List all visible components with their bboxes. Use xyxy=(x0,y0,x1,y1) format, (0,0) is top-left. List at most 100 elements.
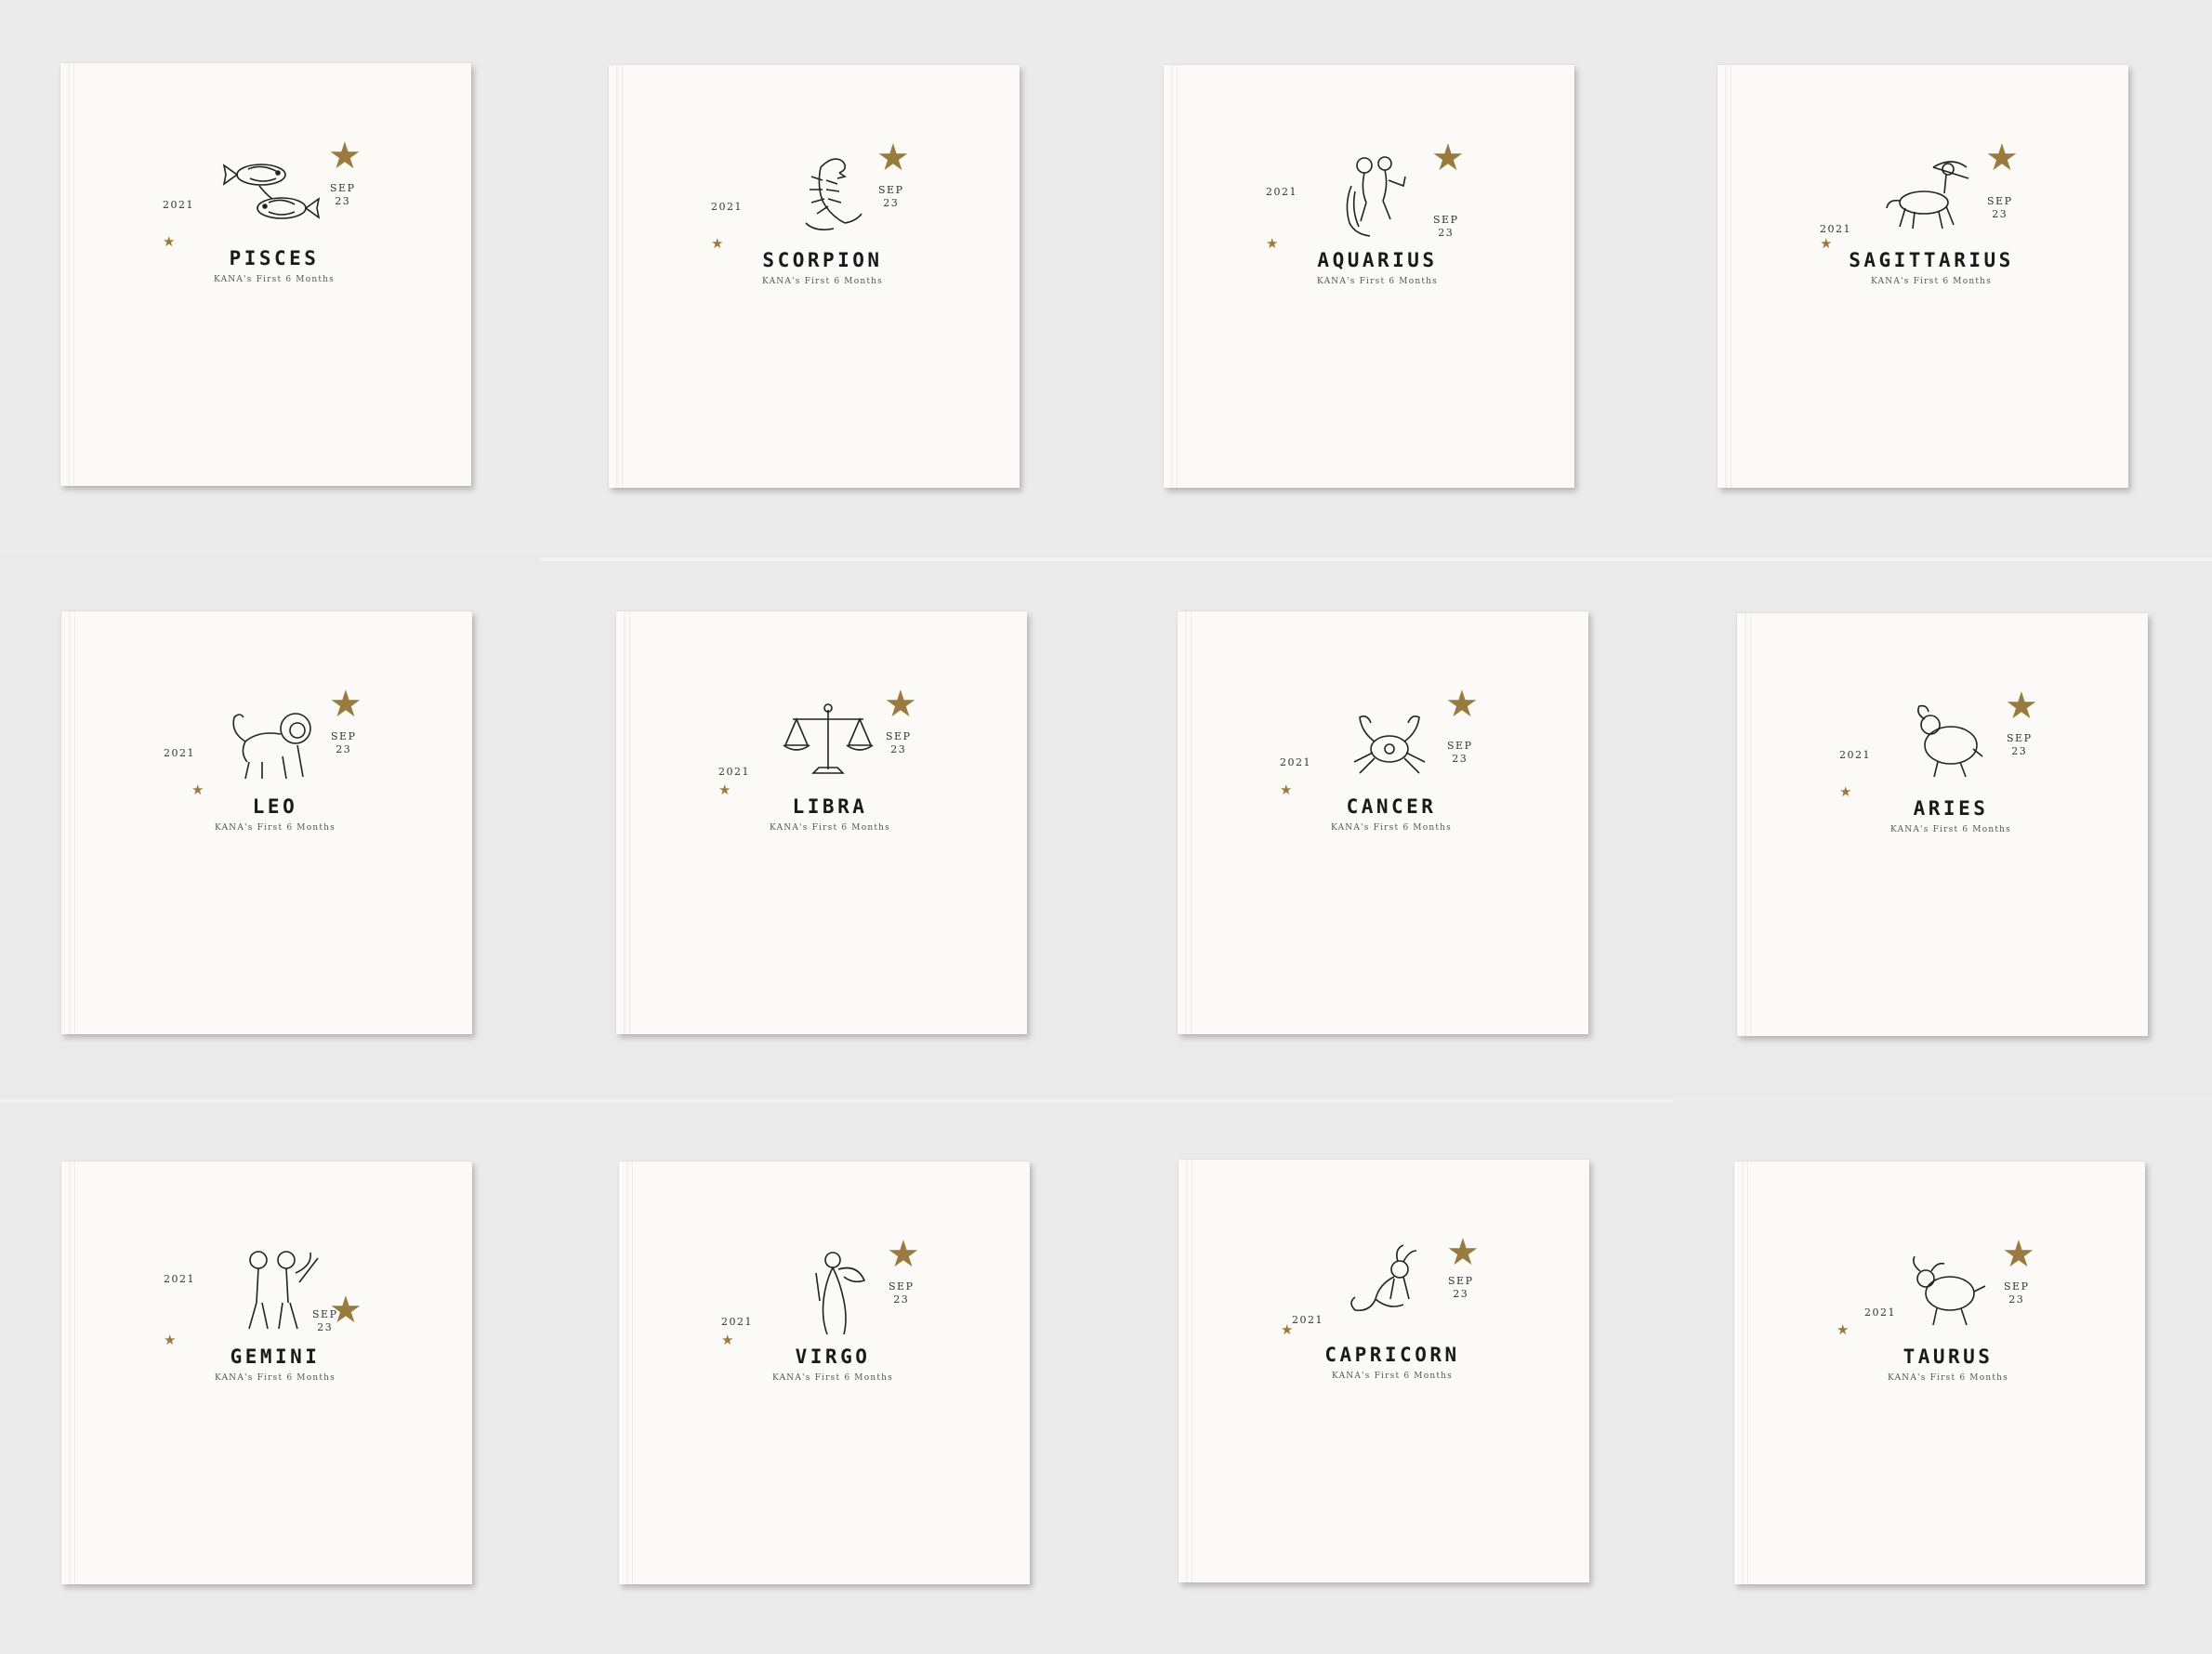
cover-emblem: ★ ★ 2021 SEP 23 LIBRA KANA's First 6 Mont… xyxy=(718,686,941,844)
gold-star-icon: ★ xyxy=(2005,685,2038,728)
gold-star-icon: ★ xyxy=(1445,683,1479,726)
cover-emblem: ★ ★ 2021 SEP 23 AQUARIUS KANA's First 6 M… xyxy=(1266,139,1489,297)
date-label: SEP 23 xyxy=(889,1280,914,1306)
day-label: 23 xyxy=(1452,753,1468,765)
year-label: 2021 xyxy=(1292,1314,1323,1326)
date-label: SEP 23 xyxy=(2007,732,2032,758)
cover-emblem: ★ ★ 2021 SEP 23 CANCER KANA's First 6 Mon… xyxy=(1280,686,1503,844)
cover-emblem: ★ ★ 2021 SEP 23 PISCES KANA's First 6 Mon… xyxy=(163,138,386,295)
sign-title: LEO xyxy=(252,795,298,818)
month-label: SEP xyxy=(1448,1275,1474,1287)
date-label: SEP 23 xyxy=(331,730,356,756)
sign-title: ARIES xyxy=(1913,797,1989,820)
cover-subtitle: KANA's First 6 Months xyxy=(762,277,883,286)
book-cover-capricorn: ★ ★ 2021 SEP 23 CAPRICORN KANA's First 6 … xyxy=(1178,1160,1589,1582)
sign-title: SAGITTARIUS xyxy=(1849,249,2014,271)
book-cover-aquarius: ★ ★ 2021 SEP 23 AQUARIUS KANA's First 6 M… xyxy=(1164,65,1574,488)
gold-star-icon: ★ xyxy=(887,1233,920,1276)
year-label: 2021 xyxy=(718,766,750,778)
day-label: 23 xyxy=(1453,1288,1469,1300)
cover-emblem: ★ ★ 2021 SEP 23 SAGITTARIUS KANA's First … xyxy=(1820,139,2043,297)
sign-title: TAURUS xyxy=(1903,1346,1994,1368)
gold-star-icon: ★ xyxy=(1985,137,2019,179)
book-cover-cancer: ★ ★ 2021 SEP 23 CANCER KANA's First 6 Mon… xyxy=(1178,611,1588,1034)
gold-star-icon: ★ xyxy=(876,137,910,179)
sign-title: PISCES xyxy=(229,247,320,269)
day-label: 23 xyxy=(883,197,900,209)
cover-subtitle: KANA's First 6 Months xyxy=(770,823,890,833)
leo-lion-icon xyxy=(232,713,311,780)
month-label: SEP xyxy=(1433,214,1459,226)
cancer-crab-icon xyxy=(1353,715,1426,774)
cover-emblem: ★ ★ 2021 SEP 23 GEMINI KANA's First 6 Mon… xyxy=(164,1236,387,1394)
date-label: SEP 23 xyxy=(1433,214,1458,240)
date-label: SEP 23 xyxy=(1448,1275,1473,1301)
pisces-fish-icon xyxy=(222,164,321,219)
gold-star-icon: ★ xyxy=(2002,1233,2035,1276)
sign-title: LIBRA xyxy=(792,795,868,818)
date-label: SEP 23 xyxy=(886,730,911,756)
cover-subtitle: KANA's First 6 Months xyxy=(1332,1372,1453,1381)
cover-emblem: ★ ★ 2021 SEP 23 TAURUS KANA's First 6 Mon… xyxy=(1837,1236,2060,1394)
year-label: 2021 xyxy=(1864,1306,1896,1319)
cover-subtitle: KANA's First 6 Months xyxy=(1888,1373,2008,1383)
sign-title: SCORPION xyxy=(762,249,883,271)
month-label: SEP xyxy=(2007,732,2033,744)
cover-subtitle: KANA's First 6 Months xyxy=(215,823,336,833)
cover-emblem: ★ ★ 2021 SEP 23 ARIES KANA's First 6 Mont… xyxy=(1839,688,2062,846)
gold-star-icon: ★ xyxy=(1431,137,1465,179)
gemini-twins-icon xyxy=(248,1251,319,1330)
gold-star-icon: ★ xyxy=(329,683,362,726)
cover-emblem: ★ ★ 2021 SEP 23 SCORPION KANA's First 6 M… xyxy=(711,139,934,297)
year-label: 2021 xyxy=(711,201,743,213)
month-label: SEP xyxy=(2004,1280,2030,1293)
month-label: SEP xyxy=(331,730,357,742)
libra-scales-icon xyxy=(783,703,874,774)
cover-subtitle: KANA's First 6 Months xyxy=(1871,277,1992,286)
gold-star-icon: ★ xyxy=(328,135,362,177)
year-label: 2021 xyxy=(1820,223,1851,235)
day-label: 23 xyxy=(2011,745,2028,757)
book-cover-gemini: ★ ★ 2021 SEP 23 GEMINI KANA's First 6 Mon… xyxy=(61,1162,472,1584)
book-cover-virgo: ★ ★ 2021 SEP 23 VIRGO KANA's First 6 Mont… xyxy=(619,1162,1030,1584)
year-label: 2021 xyxy=(163,199,194,211)
taurus-bull-icon xyxy=(1913,1255,1986,1326)
day-label: 23 xyxy=(317,1321,334,1333)
sign-title: AQUARIUS xyxy=(1317,249,1438,271)
day-label: 23 xyxy=(1438,227,1455,239)
month-label: SEP xyxy=(1447,740,1473,752)
gold-star-icon: ★ xyxy=(884,683,917,726)
cover-subtitle: KANA's First 6 Months xyxy=(1317,277,1438,286)
day-label: 23 xyxy=(893,1293,910,1306)
cover-subtitle: KANA's First 6 Months xyxy=(214,275,335,284)
day-label: 23 xyxy=(890,743,907,755)
book-cover-sagittarius: ★ ★ 2021 SEP 23 SAGITTARIUS KANA's First … xyxy=(1718,65,2128,488)
book-cover-pisces: ★ ★ 2021 SEP 23 PISCES KANA's First 6 Mon… xyxy=(60,63,471,486)
scorpion-icon xyxy=(805,158,862,230)
month-label: SEP xyxy=(312,1308,338,1320)
sign-title: GEMINI xyxy=(230,1346,321,1368)
sign-title: CANCER xyxy=(1346,795,1437,818)
date-label: SEP 23 xyxy=(878,184,903,210)
row-divider xyxy=(0,1099,1673,1103)
gold-star-icon: ★ xyxy=(1446,1231,1480,1274)
cover-subtitle: KANA's First 6 Months xyxy=(1331,823,1452,833)
aquarius-water-bearer-icon xyxy=(1346,156,1406,237)
sagittarius-centaur-icon xyxy=(1886,161,1969,230)
book-cover-leo: ★ ★ 2021 SEP 23 LEO KANA's First 6 Months xyxy=(61,611,472,1034)
cover-subtitle: KANA's First 6 Months xyxy=(215,1373,336,1383)
aries-ram-icon xyxy=(1917,704,1983,778)
row-divider xyxy=(539,558,2212,561)
book-cover-aries: ★ ★ 2021 SEP 23 ARIES KANA's First 6 Mont… xyxy=(1737,613,2148,1036)
month-label: SEP xyxy=(1987,195,2013,207)
day-label: 23 xyxy=(336,743,352,755)
date-label: SEP 23 xyxy=(312,1308,337,1334)
virgo-maiden-icon xyxy=(815,1252,866,1335)
cover-emblem: ★ ★ 2021 SEP 23 LEO KANA's First 6 Months xyxy=(164,686,387,844)
date-label: SEP 23 xyxy=(2004,1280,2029,1306)
year-label: 2021 xyxy=(164,1273,195,1285)
cover-emblem: ★ ★ 2021 SEP 23 VIRGO KANA's First 6 Mont… xyxy=(721,1236,944,1394)
month-label: SEP xyxy=(330,182,356,194)
month-label: SEP xyxy=(889,1280,915,1293)
year-label: 2021 xyxy=(721,1316,753,1328)
